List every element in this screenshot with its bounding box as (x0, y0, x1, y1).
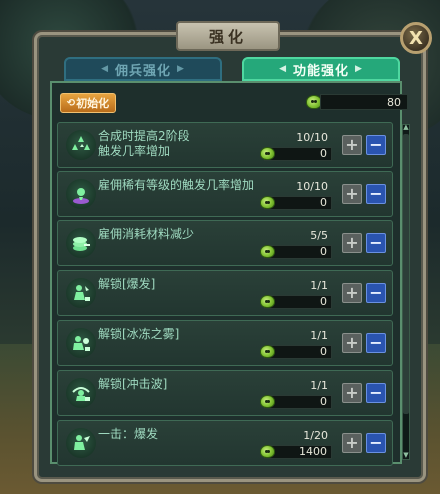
tab-label: 佣兵强化 (114, 63, 171, 79)
scroll-up-icon[interactable]: ▲ (402, 122, 410, 132)
upgrade-level: 1/20 (303, 429, 328, 442)
upgrade-level: 10/10 (296, 180, 328, 193)
upgrade-name: 一击：爆发 (98, 427, 159, 441)
slime-icon (260, 445, 275, 458)
decrease-button[interactable]: − (366, 383, 386, 403)
slime-icon (260, 245, 275, 258)
tab-label: 功能强化 (292, 63, 349, 79)
increase-button[interactable]: + (342, 283, 362, 303)
list-item: 解锁[爆发] 1/1 0 + − (57, 270, 393, 316)
upgrade-name: 解锁[冰冻之雾] (98, 327, 180, 341)
increase-button[interactable]: + (342, 333, 362, 353)
reset-button[interactable]: ⟲ 初始化 (60, 93, 116, 113)
upgrade-name: 雇佣稀有等级的触发几率增加 (98, 178, 255, 192)
upgrade-level: 1/1 (310, 279, 328, 292)
close-button[interactable]: X (400, 22, 432, 54)
tab-arrow-right-icon: ▶ (177, 64, 185, 74)
increase-button[interactable]: + (342, 433, 362, 453)
decrease-button[interactable]: − (366, 283, 386, 303)
shockwave-unlock-icon (66, 378, 96, 408)
slime-icon (260, 345, 275, 358)
rune-trio-icon (66, 130, 96, 160)
decrease-button[interactable]: − (366, 433, 386, 453)
tab-function-enhance[interactable]: ◀ 功能强化 ▶ (242, 57, 400, 81)
upgrade-name: 雇佣消耗材料减少 (98, 227, 195, 241)
reset-button-label: 初始化 (76, 97, 110, 110)
slime-icon (260, 295, 275, 308)
increase-button[interactable]: + (342, 135, 362, 155)
list-item: 一击：爆发 1/20 1400 + − (57, 420, 393, 466)
decrease-button[interactable]: − (366, 333, 386, 353)
scroll-down-icon[interactable]: ▼ (402, 450, 410, 460)
slime-icon (260, 147, 275, 160)
summon-pad-icon (66, 179, 96, 209)
decrease-button[interactable]: − (366, 135, 386, 155)
list-item: 解锁[冲击波] 1/1 0 + − (57, 370, 393, 416)
freeze-mist-unlock-icon (66, 328, 96, 358)
list-item: 合成时提高2阶段 触发几率增加 10/10 0 + − (57, 122, 393, 168)
increase-button[interactable]: + (342, 383, 362, 403)
total-currency: 80 (320, 94, 408, 110)
window-title: 强化 (176, 21, 280, 51)
upgrade-level: 1/1 (310, 329, 328, 342)
one-hit-burst-icon (66, 428, 96, 458)
tab-arrow-left-icon: ◀ (101, 64, 109, 74)
list-item: 雇佣消耗材料减少 5/5 0 + − (57, 220, 393, 266)
list-item: 雇佣稀有等级的触发几率增加 10/10 0 + − (57, 171, 393, 217)
upgrade-name: 合成时提高2阶段 触发几率增加 (98, 129, 190, 158)
refresh-icon: ⟲ (66, 97, 76, 109)
list-item: 解锁[冰冻之雾] 1/1 0 + − (57, 320, 393, 366)
increase-button[interactable]: + (342, 233, 362, 253)
upgrade-level: 5/5 (310, 229, 328, 242)
upgrade-name: 解锁[爆发] (98, 277, 156, 291)
slime-icon (260, 395, 275, 408)
upgrade-level: 10/10 (296, 131, 328, 144)
slime-icon (260, 196, 275, 209)
upgrade-name: 解锁[冲击波] (98, 377, 168, 391)
upgrade-level: 1/1 (310, 379, 328, 392)
scrollbar-thumb[interactable] (403, 134, 409, 414)
tab-arrow-left-icon: ◀ (279, 64, 287, 74)
tab-mercenary-enhance[interactable]: ◀ 佣兵强化 ▶ (64, 57, 222, 81)
decrease-button[interactable]: − (366, 233, 386, 253)
tab-arrow-right-icon: ▶ (355, 64, 363, 74)
decrease-button[interactable]: − (366, 184, 386, 204)
burst-unlock-icon (66, 278, 96, 308)
increase-button[interactable]: + (342, 184, 362, 204)
coin-stack-icon (66, 228, 96, 258)
